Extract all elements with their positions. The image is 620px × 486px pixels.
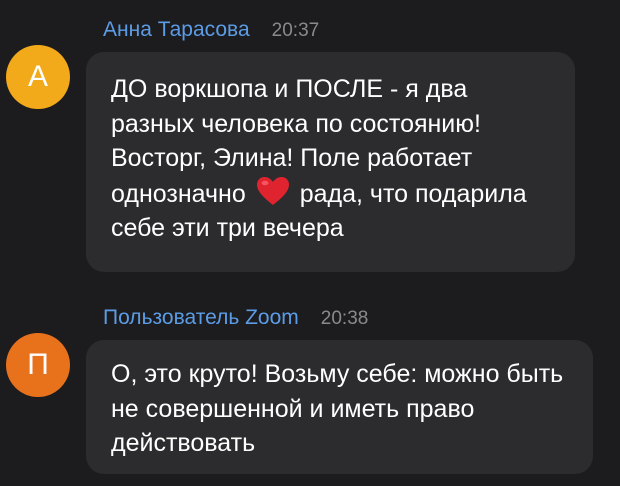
message-text: О, это круто! Возьму себе: можно быть не…: [111, 360, 564, 457]
heart-icon: [256, 176, 289, 205]
author-name[interactable]: Анна Тарасова: [103, 18, 250, 42]
message-header: Анна Тарасова 20:37: [103, 18, 319, 48]
message-timestamp: 20:37: [271, 20, 320, 41]
chat-transcript: А Анна Тарасова 20:37 ДО воркшопа и ПОСЛ…: [0, 0, 620, 486]
avatar[interactable]: А: [6, 45, 70, 109]
author-name[interactable]: Пользователь Zoom: [103, 306, 299, 330]
avatar[interactable]: П: [6, 333, 70, 397]
message-bubble[interactable]: О, это круто! Возьму себе: можно быть не…: [86, 340, 593, 474]
message-header: Пользователь Zoom 20:38: [103, 306, 368, 336]
message-bubble[interactable]: ДО воркшопа и ПОСЛЕ - я два разных челов…: [86, 52, 575, 272]
message-text: ДО воркшопа и ПОСЛЕ - я два разных челов…: [111, 75, 527, 242]
message-timestamp: 20:38: [320, 308, 369, 329]
